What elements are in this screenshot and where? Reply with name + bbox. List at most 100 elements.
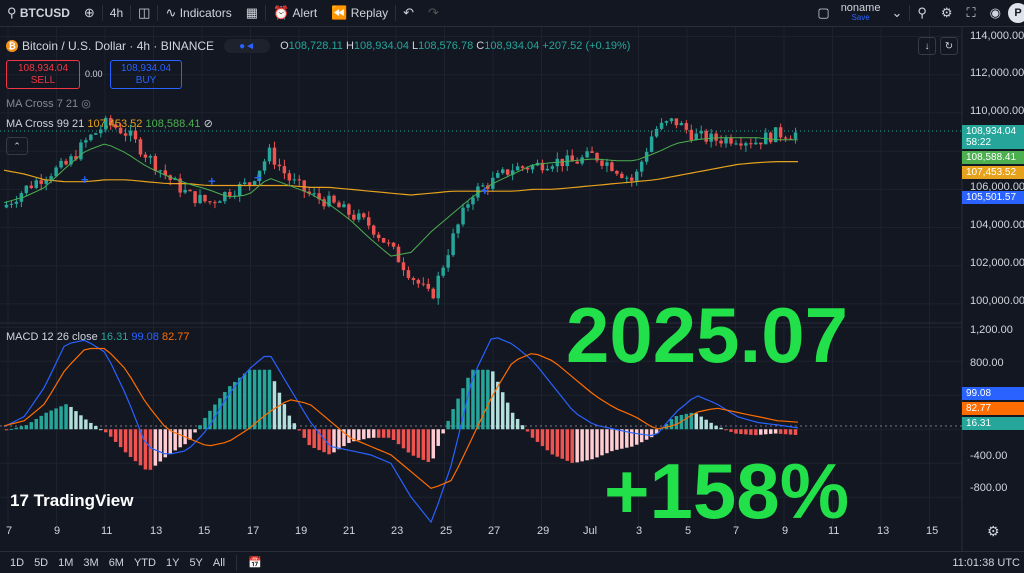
redo-button[interactable]: ↷: [421, 0, 446, 26]
ma-cross-7-21-legend[interactable]: MA Cross 7 21 ◎: [6, 97, 91, 110]
candle-body: [674, 118, 679, 126]
layout-name-button[interactable]: noname Save: [841, 3, 881, 23]
candle-body: [634, 171, 639, 181]
macd-histogram-bar: [9, 428, 14, 430]
candle-body: [79, 142, 83, 160]
candle-body: [128, 130, 133, 136]
macd-histogram-bar: [451, 409, 455, 430]
legend-controls[interactable]: ●◄: [224, 39, 271, 53]
tradingview-logo: 17 TradingView: [10, 491, 133, 511]
alert-button[interactable]: ⏰ Alert: [266, 0, 324, 26]
buy-button[interactable]: 108,934.04 BUY: [110, 60, 182, 89]
hide-icon[interactable]: ⊘: [204, 118, 213, 130]
ma-fast-line: [3, 137, 799, 257]
range-3m[interactable]: 3M: [78, 557, 103, 569]
candle-body: [312, 193, 316, 195]
candle-body: [431, 288, 435, 299]
snapshot-button[interactable]: ◉: [983, 0, 1008, 26]
range-5y[interactable]: 5Y: [184, 557, 207, 569]
candle-body: [625, 177, 629, 179]
high-value: 108,934.04: [353, 40, 409, 52]
collapse-legend-button[interactable]: ⌃: [6, 137, 28, 155]
macd-histogram-bar: [362, 429, 366, 440]
macd-histogram-bar: [560, 429, 565, 459]
candle-body: [560, 158, 565, 167]
macd-histogram-bar: [714, 425, 718, 430]
ma-cross-99-21-legend[interactable]: MA Cross 99 21 107,453.52 108,588.41 ⊘: [6, 117, 213, 130]
indicators-button[interactable]: ∿ Indicators: [158, 0, 238, 26]
macd-histogram-bar: [749, 429, 753, 435]
candle-body: [505, 169, 510, 175]
symbol-legend[interactable]: ₿ Bitcoin / U.S. Dollar · 4h · BINANCE ●…: [6, 39, 630, 53]
chart-settings-gear-icon[interactable]: ⚙: [987, 523, 1000, 540]
bar-countdown: 58:22: [966, 137, 992, 148]
candle-body: [337, 202, 341, 208]
symbol-search[interactable]: ⚲ BTCUSD: [0, 0, 77, 26]
macd-histogram-bar: [396, 429, 401, 445]
macd-histogram-bar: [158, 429, 163, 462]
interval-button[interactable]: 4h: [103, 0, 130, 26]
macd-histogram-bar: [94, 426, 98, 430]
compare-symbol-button[interactable]: ⊕: [77, 0, 102, 26]
replay-button[interactable]: ⏪ Replay: [324, 0, 395, 26]
eye-off-icon[interactable]: ◎: [81, 98, 91, 110]
macd-histogram-bar: [133, 429, 138, 462]
date-tick: Jul: [583, 525, 598, 537]
candle-body: [585, 151, 589, 158]
candle-body: [659, 122, 664, 129]
chart-type-button[interactable]: ◫: [131, 0, 157, 26]
arrow-down-icon: ↓: [924, 40, 930, 52]
range-5d[interactable]: 5D: [29, 557, 53, 569]
range-ytd[interactable]: YTD: [129, 557, 161, 569]
candle-body: [669, 118, 674, 122]
candle-body: [223, 191, 227, 202]
macd-legend[interactable]: MACD 12 26 close 16.31 99.08 82.77: [6, 331, 190, 343]
macd-histogram-bar: [411, 429, 416, 456]
macd-histogram-bar: [84, 419, 88, 430]
macd-histogram-bar: [773, 429, 778, 434]
range-6m[interactable]: 6M: [104, 557, 129, 569]
candle-body: [228, 191, 232, 197]
candle-body: [530, 165, 535, 170]
macd-tick: 1,200.00: [970, 324, 1013, 336]
macd-histogram-bar: [123, 429, 128, 453]
macd-histogram-bar: [595, 429, 599, 458]
macd-histogram-bar: [431, 429, 435, 459]
sell-button[interactable]: 108,934.04 SELL: [6, 60, 80, 89]
candle-body: [371, 225, 376, 235]
settings-button[interactable]: ⚙: [934, 0, 960, 26]
macd-histogram-bar: [44, 412, 48, 430]
goto-date-button[interactable]: 📅: [243, 556, 267, 569]
candle-body: [99, 129, 103, 134]
macd-histogram-bar: [376, 429, 381, 438]
range-1y[interactable]: 1Y: [161, 557, 184, 569]
candle-body: [615, 171, 619, 174]
fullscreen-button[interactable]: ⛶: [960, 0, 983, 26]
maximize-pane-button[interactable]: ↻: [940, 37, 958, 55]
macd-histogram-bar: [684, 413, 689, 430]
quick-search-button[interactable]: ⚲: [910, 0, 934, 26]
date-tick: 13: [877, 525, 890, 537]
chart-canvas[interactable]: + + + +: [0, 27, 1024, 551]
candle-body: [709, 133, 713, 142]
macd-histogram-bar: [525, 429, 530, 432]
ma-cross-marker: +: [208, 174, 216, 189]
layout-button[interactable]: ▢: [810, 0, 836, 26]
price-tick: 102,000.00: [970, 257, 1024, 269]
range-all[interactable]: All: [208, 557, 230, 569]
candle-body: [754, 142, 758, 145]
candle-body: [362, 213, 366, 218]
undo-button[interactable]: ↶: [396, 0, 421, 26]
candle-body: [386, 242, 391, 244]
layout-menu-button[interactable]: ⌄: [884, 0, 909, 26]
candle-body: [520, 166, 525, 168]
range-1m[interactable]: 1M: [53, 557, 78, 569]
range-1d[interactable]: 1D: [5, 557, 29, 569]
avatar[interactable]: P: [1008, 3, 1024, 23]
macd-histogram-bar: [237, 377, 242, 430]
macd-histogram-bar: [103, 429, 108, 433]
scroll-down-button[interactable]: ↓: [918, 37, 936, 55]
clock[interactable]: 11:01:38 UTC: [952, 557, 1020, 569]
templates-button[interactable]: ▦: [239, 0, 265, 26]
candle-body: [267, 147, 272, 162]
